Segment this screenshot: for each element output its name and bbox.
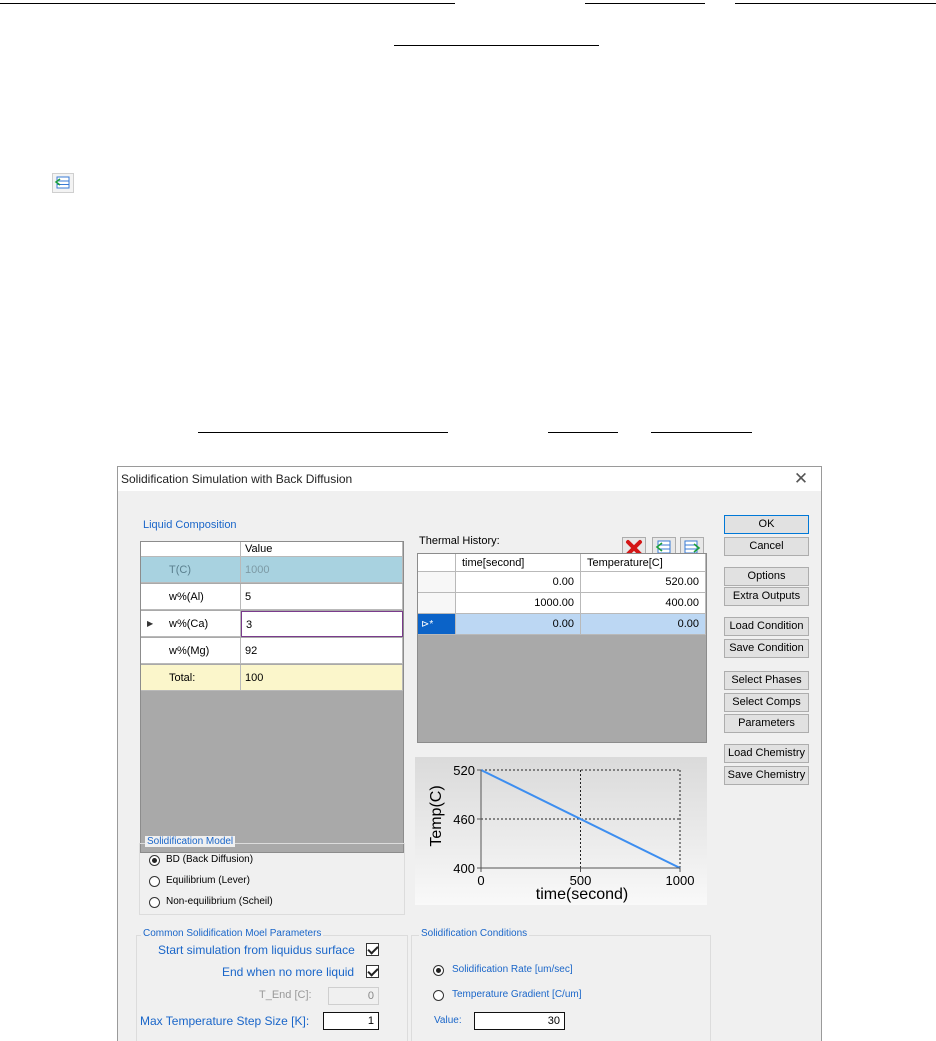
doc-underline [548, 432, 618, 433]
row-value[interactable]: 5 [241, 584, 403, 610]
y-tick-label: 460 [453, 812, 475, 827]
liquid-composition-label: Liquid Composition [143, 519, 237, 531]
load-chemistry-button[interactable]: Load Chemistry [724, 744, 809, 763]
row-value[interactable]: 3 [241, 611, 403, 637]
time-cell[interactable]: 0.00 [456, 614, 581, 635]
select-comps-button[interactable]: Select Comps [724, 693, 809, 712]
save-chemistry-button[interactable]: Save Chemistry [724, 766, 809, 785]
table-row[interactable]: T(C) 1000 [141, 557, 403, 584]
solidification-model-label: Solidification Model [145, 836, 236, 847]
time-cell[interactable]: 1000.00 [456, 593, 581, 614]
close-button[interactable]: ✕ [789, 468, 813, 490]
radio-button[interactable] [149, 855, 160, 866]
doc-rule-top [0, 3, 455, 4]
temperature-cell[interactable]: 0.00 [581, 614, 706, 635]
radio-button[interactable] [149, 876, 160, 887]
start-from-liquidus-label: Start simulation from liquidus surface [158, 943, 355, 957]
x-axis-label: time(second) [536, 886, 628, 903]
temperature-cell[interactable]: 400.00 [581, 593, 706, 614]
grid-header-row: time[second] Temperature[C] [418, 554, 706, 572]
x-tick-label: 0 [477, 873, 484, 888]
y-tick-label: 400 [453, 861, 475, 876]
title-bar: Solidification Simulation with Back Diff… [118, 467, 821, 491]
x-tick-label: 1000 [666, 873, 695, 888]
y-axis-label: Temp(C) [428, 785, 445, 846]
time-column-header: time[second] [456, 554, 581, 572]
value-column-header: Value [241, 542, 403, 557]
load-condition-button[interactable]: Load Condition [724, 617, 809, 636]
table-row[interactable]: ⊳* 0.00 0.00 [418, 614, 706, 635]
row-name: w%(Al) [141, 584, 241, 610]
end-no-liquid-checkbox[interactable] [366, 965, 379, 978]
row-value[interactable]: 100 [241, 665, 403, 691]
doc-underline [198, 432, 448, 433]
row-name: Total: [141, 665, 241, 691]
doc-table-icon [52, 173, 74, 193]
row-value[interactable]: 1000 [241, 557, 403, 583]
chart-background [415, 757, 707, 905]
table-row[interactable]: ▶ w%(Ca) 3 [141, 611, 403, 638]
doc-rule-top [585, 3, 705, 4]
cancel-button[interactable]: Cancel [724, 537, 809, 556]
select-phases-button[interactable]: Select Phases [724, 671, 809, 690]
grid-header-row: Value [141, 542, 403, 557]
radio-button[interactable] [433, 965, 444, 976]
thermal-history-grid[interactable]: time[second] Temperature[C] 0.00 520.00 … [417, 553, 707, 743]
temperature-column-header: Temperature[C] [581, 554, 706, 572]
start-from-liquidus-checkbox[interactable] [366, 943, 379, 956]
common-parameters-label: Common Solidification Moel Parameters [141, 928, 324, 939]
extra-outputs-button[interactable]: Extra Outputs [724, 587, 809, 606]
doc-rule-top [735, 3, 936, 4]
solidification-conditions-label: Solidification Conditions [419, 928, 530, 939]
thermal-history-chart: 0 500 1000400460520 time(second) Temp(C) [415, 757, 707, 905]
current-row-arrow: ▶ [147, 619, 154, 628]
table-row[interactable]: Total: 100 [141, 665, 403, 692]
time-cell[interactable]: 0.00 [456, 572, 581, 593]
doc-underline [651, 432, 752, 433]
table-row[interactable]: w%(Al) 5 [141, 584, 403, 611]
row-name: w%(Mg) [141, 638, 241, 664]
save-condition-button[interactable]: Save Condition [724, 639, 809, 658]
temperature-cell[interactable]: 520.00 [581, 572, 706, 593]
liquid-composition-grid[interactable]: Value T(C) 1000 w%(Al) 5 ▶ w%(Ca) 3 w%(M… [140, 541, 404, 853]
row-name: ▶ w%(Ca) [141, 611, 241, 637]
end-no-liquid-label: End when no more liquid [222, 965, 355, 979]
options-button[interactable]: Options [724, 567, 809, 586]
table-row[interactable]: w%(Mg) 92 [141, 638, 403, 665]
max-step-field[interactable]: 1 [323, 1012, 379, 1030]
y-tick-label: 520 [453, 763, 475, 778]
doc-underline [394, 45, 599, 46]
solidification-dialog: Solidification Simulation with Back Diff… [117, 466, 822, 1041]
thermal-history-label: Thermal History: [419, 535, 500, 547]
parameters-button[interactable]: Parameters [724, 714, 809, 733]
row-value[interactable]: 92 [241, 638, 403, 664]
condition-value-label: Value: [434, 1015, 462, 1026]
t-end-label: T_End [C]: [259, 989, 312, 1001]
table-row[interactable]: 0.00 520.00 [418, 572, 706, 593]
t-end-field: 0 [328, 987, 379, 1005]
condition-value-field[interactable]: 30 [474, 1012, 565, 1030]
row-name: T(C) [141, 557, 241, 583]
new-row-marker: ⊳* [418, 614, 456, 635]
radio-button[interactable] [433, 990, 444, 1001]
dialog-title: Solidification Simulation with Back Diff… [121, 472, 353, 486]
ok-button[interactable]: OK [724, 515, 809, 534]
radio-button[interactable] [149, 897, 160, 908]
table-row[interactable]: 1000.00 400.00 [418, 593, 706, 614]
max-step-label: Max Temperature Step Size [K]: [140, 1014, 310, 1028]
